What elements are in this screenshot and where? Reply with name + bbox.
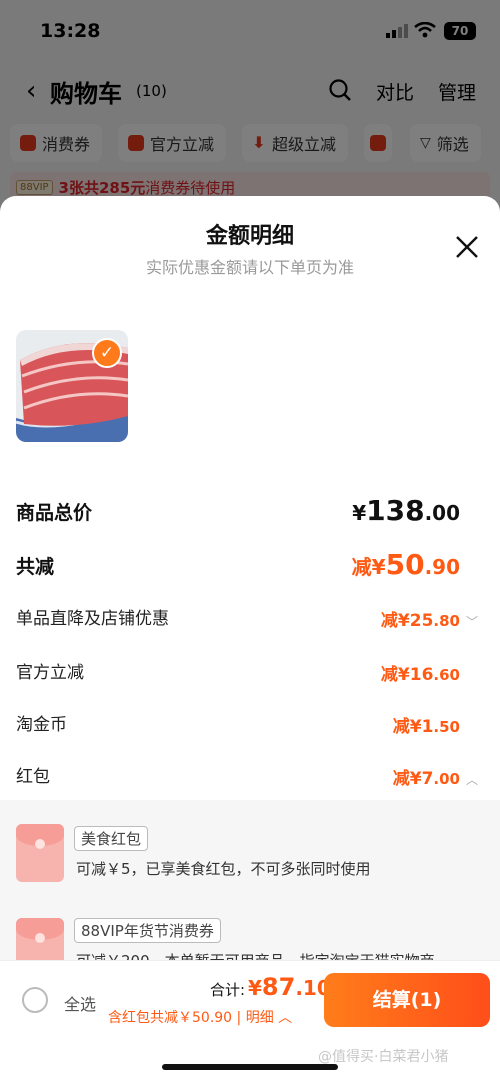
- total-saved-value: 减¥50.90: [352, 548, 460, 581]
- value-integer: 1: [421, 717, 434, 737]
- sheet-title: 金额明细: [205, 224, 294, 249]
- value-integer: 25: [409, 611, 434, 631]
- chevron-up-icon: ︿: [278, 1010, 293, 1026]
- value-decimal: .60: [433, 666, 460, 684]
- value-decimal: .00: [433, 770, 460, 788]
- coupon-desc: 可减￥5，已享美食红包，不可多张同时使用: [76, 860, 371, 878]
- sheet-subtitle: 实际优惠金额请以下单页为准: [145, 258, 354, 277]
- selected-check-icon[interactable]: ✓: [92, 338, 122, 368]
- taobao-coin-value: 减¥1.50: [393, 712, 460, 737]
- chevron-up-icon: ︿: [465, 773, 478, 787]
- value-prefix: 减¥: [351, 555, 386, 579]
- discount-detail-text: 含红包共减￥50.90 | 明细: [108, 1010, 274, 1026]
- direct-discount-value[interactable]: 减¥25.80 ﹀: [381, 606, 478, 631]
- value-integer: 87: [261, 973, 296, 1001]
- sum-label: 合计:: [210, 981, 246, 999]
- currency-symbol: ¥: [352, 501, 367, 525]
- currency-symbol: ¥: [248, 976, 262, 1000]
- value-decimal: .50: [433, 718, 460, 736]
- value-prefix: 减¥: [392, 769, 422, 789]
- value-prefix: 减¥: [380, 665, 410, 685]
- value-integer: 16: [409, 665, 434, 685]
- red-envelope-icon: [16, 824, 64, 882]
- value-integer: 50: [385, 548, 425, 581]
- total-price-label: 商品总价: [16, 502, 93, 524]
- official-discount-value: 减¥16.60: [381, 660, 460, 685]
- coupon-tag: 88VIP年货节消费券: [74, 918, 221, 943]
- close-icon[interactable]: [454, 234, 480, 260]
- official-discount-label: 官方立减: [16, 663, 84, 683]
- select-all-radio[interactable]: [22, 987, 48, 1013]
- red-packet-list: 美食红包 可减￥5，已享美食红包，不可多张同时使用 88VIP年货节消费券 可减…: [0, 800, 500, 976]
- taobao-coin-label: 淘金币: [16, 715, 67, 735]
- value-prefix: 减¥: [392, 717, 422, 737]
- value-prefix: 减¥: [380, 611, 410, 631]
- discount-detail-link[interactable]: 含红包共减￥50.90 | 明细 ︿: [108, 1007, 292, 1027]
- home-indicator[interactable]: [162, 1064, 338, 1070]
- red-packet-value[interactable]: 减¥7.00 ︿: [393, 764, 478, 789]
- red-packet-label: 红包: [16, 767, 50, 787]
- select-all-label[interactable]: 全选: [64, 991, 96, 1015]
- total-price-value: ¥138.00: [352, 494, 460, 527]
- coupon-tag: 美食红包: [74, 826, 149, 851]
- sum-value: ¥87.10: [248, 973, 331, 1001]
- value-integer: 7: [421, 769, 434, 789]
- value-decimal: .00: [424, 501, 460, 525]
- value-decimal: .80: [433, 612, 460, 630]
- watermark: @值得买·白菜君小猪: [318, 1049, 449, 1065]
- total-saved-label: 共减: [16, 556, 55, 578]
- checkout-button[interactable]: 结算(1): [324, 973, 490, 1027]
- chevron-down-icon: ﹀: [465, 615, 478, 629]
- price-detail-sheet: 金额明细 实际优惠金额请以下单页为准 ✓ 商品总价 ¥138.00 共减 减¥5…: [0, 196, 500, 1081]
- value-decimal: .90: [424, 555, 460, 579]
- value-integer: 138: [366, 494, 425, 527]
- direct-discount-label: 单品直降及店铺优惠: [16, 609, 169, 629]
